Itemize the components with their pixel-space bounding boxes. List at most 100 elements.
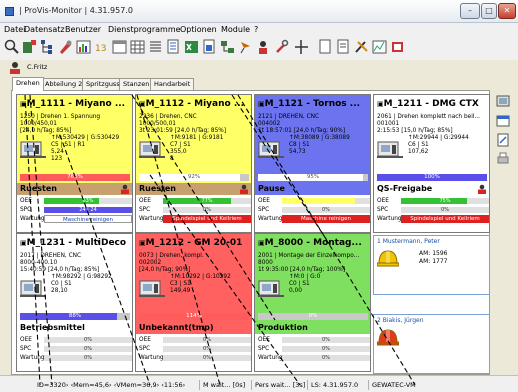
machine-card[interactable]: ▣M_8000 - Montag... 2001 | Montage der Ei… [254,233,371,372]
person-card[interactable]: 1 Mustermann, Peter AM: 1596 AM: 1777 [373,235,490,295]
number-13-icon[interactable]: 13 [94,39,109,55]
maintenance-button[interactable]: Spindelspiel und Keilriem [163,215,251,223]
status-bar: ID=3320› ‹Mem=45,6› ‹VMem=36,9› ‹11:56› … [0,375,518,392]
status-person-wait: Pers wait... [3s] [251,380,305,390]
worker-icon[interactable] [256,39,271,55]
report-icon[interactable] [202,39,217,55]
machine-info-line: 54,73 [289,149,306,155]
wartung-row: Wartung Maschine reinigen [17,215,132,223]
machine-title: ▣M_8000 - Montag... [255,234,370,252]
spc-row: SPC 0% [374,206,489,214]
menu-help[interactable]: ? [254,25,258,34]
search-icon[interactable] [4,39,19,55]
menu-module[interactable]: Module [221,25,250,34]
oee-row: OEE 63% [17,197,132,205]
machine-status: Ruesten [136,183,251,195]
menu-datensatz[interactable]: Datensatz [24,25,65,34]
machine-card[interactable]: ▣M_1112 - Miyano ... 2236 | Drehen, CNC 10… [135,94,252,233]
document-icon[interactable] [166,39,181,55]
window-icon[interactable] [496,114,510,128]
menu-dienstprogramme[interactable]: Dienstprogramme [108,25,181,34]
machine-status: Unbekannt(tmp) [136,322,251,334]
list-icon[interactable] [148,39,163,55]
minimize-button[interactable]: – [460,3,480,19]
wartung-row: Wartung 0% [136,354,251,362]
spc-row: SPC 0% [136,345,251,353]
note-icon[interactable] [336,39,351,55]
machine-card[interactable]: ▣M_1111 - Miyano ... 1250 | Drehen 1. Spa… [16,94,133,233]
oee-row: OEE 77% [136,197,251,205]
tools-icon[interactable] [58,39,73,55]
machine-info-line: 004002 [258,121,281,127]
machine-info-line: 355,0 [170,149,187,155]
maintenance-button[interactable]: Spindelspiel und Keilriem [401,215,489,223]
maximize-button[interactable]: □ [481,3,497,19]
machine-info-line: 107,62 [408,149,429,155]
spc-row: SPC 24 | 24 [17,206,132,214]
window-title: | ProVis-Monitor | 4.31.957.0 [19,6,133,15]
close-button[interactable]: ✕ [498,3,516,19]
maintenance-button[interactable]: Maschine reinigen [282,215,370,223]
machine-info-line: C8 | S1 [289,142,310,148]
grid-icon[interactable] [130,39,145,55]
title-bar: | ProVis-Monitor | 4.31.957.0 – □ ✕ [0,0,518,23]
tab-handarbeit[interactable]: Handarbeit [150,78,195,90]
machine-info-line: 1000/500,01 [139,121,176,127]
machine-info-line: C0 | S1 [289,281,310,287]
network-icon[interactable] [220,39,235,55]
machine-info-line: [24,0 h/Tag; 85%] [20,128,72,134]
machine-card[interactable]: ▣M_1212 - GM 20-01 0073 | Drehen, kompl. 0… [135,233,252,372]
person-card[interactable]: 2 Biakis, Jürgen [373,314,490,374]
edit-icon[interactable] [496,133,510,147]
graph-icon[interactable] [372,39,387,55]
machine-info-line: 149,49 [170,288,191,294]
machine-card[interactable]: ▣M_1211 - DMG CTX 2061 | Drehen komplett … [373,94,490,233]
machine-card[interactable]: ▣M_1121 - Tornos ... 2121 | DREHEN, CNC 00… [254,94,371,233]
tab-spritzguss[interactable]: Spritzguss [82,78,124,90]
machine-title: ▣M_1231 - MultiDeco [17,234,132,252]
export-icon[interactable] [390,39,405,55]
machine-info-line: ↑M:9181 | G:9181 [170,135,224,141]
spreadsheet-icon[interactable] [184,39,199,55]
oee-row: OEE [255,197,370,205]
machine-info-line: 123 [51,156,63,162]
machine-add-icon[interactable] [22,39,37,55]
machine-info-line: 8 [170,156,174,162]
machine-info-line: 2017 | DREHEN, CNC [20,253,82,259]
machine-status: Pause [255,183,370,195]
machine-info-line: ↑M:0 | G:0 [289,274,321,280]
progress-bar: 114% [139,313,249,320]
machine-info-line: 1t 18:57:01 [24,0 h/Tag; 90%] [258,128,346,134]
machine-info-line: 2061 | Drehen komplett nach beil... [377,114,480,120]
spc-row: SPC 0% [136,206,251,214]
machine-info-line: 002002 [139,260,162,266]
print-icon[interactable] [496,152,510,166]
toolbar: 13 [0,36,518,60]
machine-card[interactable]: ▣M_1231 - MultiDeco 2017 | DREHEN, CNC 800… [16,233,133,372]
chart-icon[interactable] [76,39,91,55]
tab-drehen[interactable]: Drehen [12,77,44,91]
monitor-icon[interactable] [496,95,510,109]
status-memory: ID=3320› ‹Mem=45,6› ‹VMem=36,9› ‹11:56› [37,381,186,389]
menu-optionen[interactable]: Optionen [180,25,217,34]
machine-details: 2017 | DREHEN, CNC 8000-400.10 15:40:59 [2… [17,252,132,322]
machine-icon [20,280,46,297]
pin-add-icon[interactable] [294,39,309,55]
wrench-icon[interactable] [274,39,289,55]
tree-icon[interactable] [40,39,55,55]
menu-benutzer[interactable]: Benutzer [65,25,101,34]
helmet-icon [377,250,399,267]
page-icon[interactable] [318,39,333,55]
machine-status: Ruesten [17,183,132,195]
tab-abteilung-2[interactable]: Abteilung 2 [41,78,87,90]
calendar-icon[interactable] [112,39,127,55]
menu-datei[interactable]: Datei [4,25,25,34]
tab-stanzen[interactable]: Stanzen [119,78,154,90]
maintenance-button[interactable]: Maschine reinigen [44,215,132,223]
pin-icon[interactable] [238,39,253,55]
machine-info-line: 1000/450,01 [20,121,57,127]
machine-details: 1250 | Drehen 1. Spannung 1000/450,01 [24,… [17,113,132,183]
machine-title: ▣M_1112 - Miyano ... [136,95,251,113]
worker-icon [121,184,129,194]
settings-icon[interactable] [354,39,369,55]
